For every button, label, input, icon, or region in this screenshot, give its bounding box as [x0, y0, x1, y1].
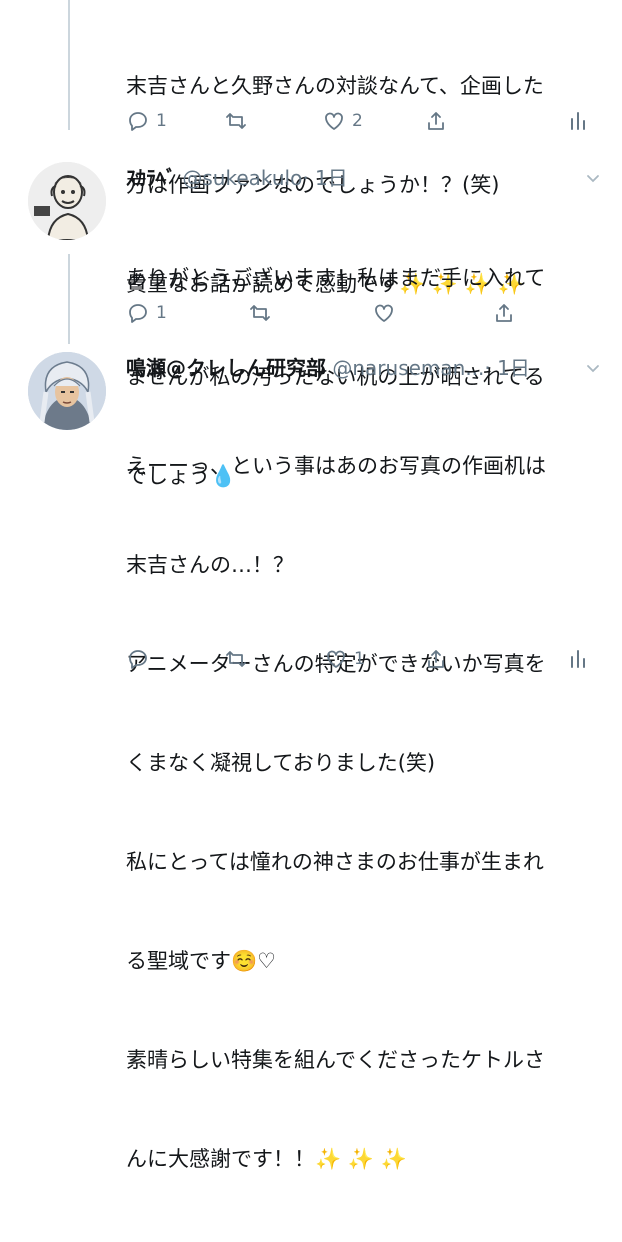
- timestamp[interactable]: · 1日: [484, 356, 529, 380]
- heart-icon: [327, 650, 345, 668]
- like-count: 2: [352, 111, 363, 131]
- avatar[interactable]: [28, 162, 106, 240]
- tweet-3-line-1: えーーっ、という事はあのお写真の作画机は: [126, 454, 546, 478]
- chevron-down-icon[interactable]: [586, 172, 600, 186]
- tweet-3-line-4: くまなく凝視しておりました(笑): [126, 751, 436, 775]
- share-icon: [496, 304, 512, 322]
- tweet-3-line-6: る聖域です☺️♡: [126, 949, 276, 973]
- heart-icon: [325, 112, 343, 130]
- tweet-3[interactable]: 鳴瀬@クレしん研究部 @naruseman...· 1日 えーーっ、という事はあ…: [0, 340, 622, 1171]
- analytics-button[interactable]: [566, 106, 590, 136]
- tweet-1[interactable]: 末吉さんと久野さんの対談なんて、企画した 方は作画ファンなのでしょうか！？(笑)…: [0, 0, 622, 296]
- avatar-sukeakulo-image: [28, 162, 106, 240]
- share-button[interactable]: [424, 644, 448, 674]
- reply-button[interactable]: 1: [126, 298, 167, 328]
- tweet-1-line-1: 末吉さんと久野さんの対談なんて、企画した: [126, 74, 544, 98]
- like-button[interactable]: [372, 298, 402, 328]
- tweet-2-actions: 1: [126, 298, 606, 328]
- user-handle[interactable]: @naruseman...: [332, 356, 484, 380]
- analytics-icon: [571, 112, 585, 130]
- tweet-3-actions: 1: [126, 644, 606, 674]
- timestamp[interactable]: · 1日: [302, 166, 347, 190]
- tweet-3-line-8: んに大感謝です！！✨ ✨ ✨: [126, 1147, 407, 1171]
- like-button[interactable]: 2: [322, 106, 363, 136]
- reply-count: 1: [156, 111, 167, 131]
- tweet-2-header: ｽｶﾗﾍﾞ @sukeakulo· 1日: [126, 166, 348, 190]
- analytics-icon: [571, 650, 585, 668]
- share-icon: [428, 650, 444, 668]
- tweet-1-actions: 1 2: [126, 106, 606, 136]
- tweet-3-line-5: 私にとっては憧れの神さまのお仕事が生まれ: [126, 850, 544, 874]
- user-handle[interactable]: @sukeakulo: [182, 166, 302, 190]
- reply-icon: [129, 112, 147, 131]
- tweet-3-line-7: 素晴らしい特集を組んでくださったケトルさ: [126, 1048, 545, 1072]
- retweet-icon: [250, 305, 270, 321]
- like-button[interactable]: 1: [324, 644, 365, 674]
- tweet-3-line-2: 末吉さんの…！？: [126, 553, 294, 577]
- retweet-icon: [226, 113, 246, 129]
- reply-icon: [129, 650, 147, 669]
- like-count: 1: [354, 649, 365, 669]
- tweet-2-line-1: ありがとうございます！私はまだ手に入れて: [126, 266, 546, 290]
- reply-button[interactable]: 1: [126, 106, 167, 136]
- avatar-naruseman-image: [28, 352, 106, 430]
- avatar[interactable]: [28, 352, 106, 430]
- share-button[interactable]: [492, 298, 516, 328]
- retweet-button[interactable]: [224, 106, 254, 136]
- tweet-3-text: えーーっ、という事はあのお写真の作画机は 末吉さんの…！？ アニメーターさんの特…: [126, 384, 546, 1242]
- analytics-button[interactable]: [566, 644, 590, 674]
- reply-button[interactable]: [126, 644, 156, 674]
- retweet-button[interactable]: [248, 298, 278, 328]
- share-button[interactable]: [424, 106, 448, 136]
- heart-icon: [375, 304, 393, 322]
- retweet-icon: [226, 651, 246, 667]
- reply-count: 1: [156, 303, 167, 323]
- retweet-button[interactable]: [224, 644, 254, 674]
- reply-icon: [129, 304, 147, 323]
- display-name[interactable]: ｽｶﾗﾍﾞ: [126, 166, 176, 190]
- display-name[interactable]: 鳴瀬@クレしん研究部: [126, 356, 326, 380]
- tweet-2[interactable]: ｽｶﾗﾍﾞ @sukeakulo· 1日 ありがとうございます！私はまだ手に入れ…: [0, 150, 622, 488]
- tweet-3-header: 鳴瀬@クレしん研究部 @naruseman...· 1日: [126, 356, 530, 380]
- chevron-down-icon[interactable]: [586, 362, 600, 376]
- share-icon: [428, 112, 444, 130]
